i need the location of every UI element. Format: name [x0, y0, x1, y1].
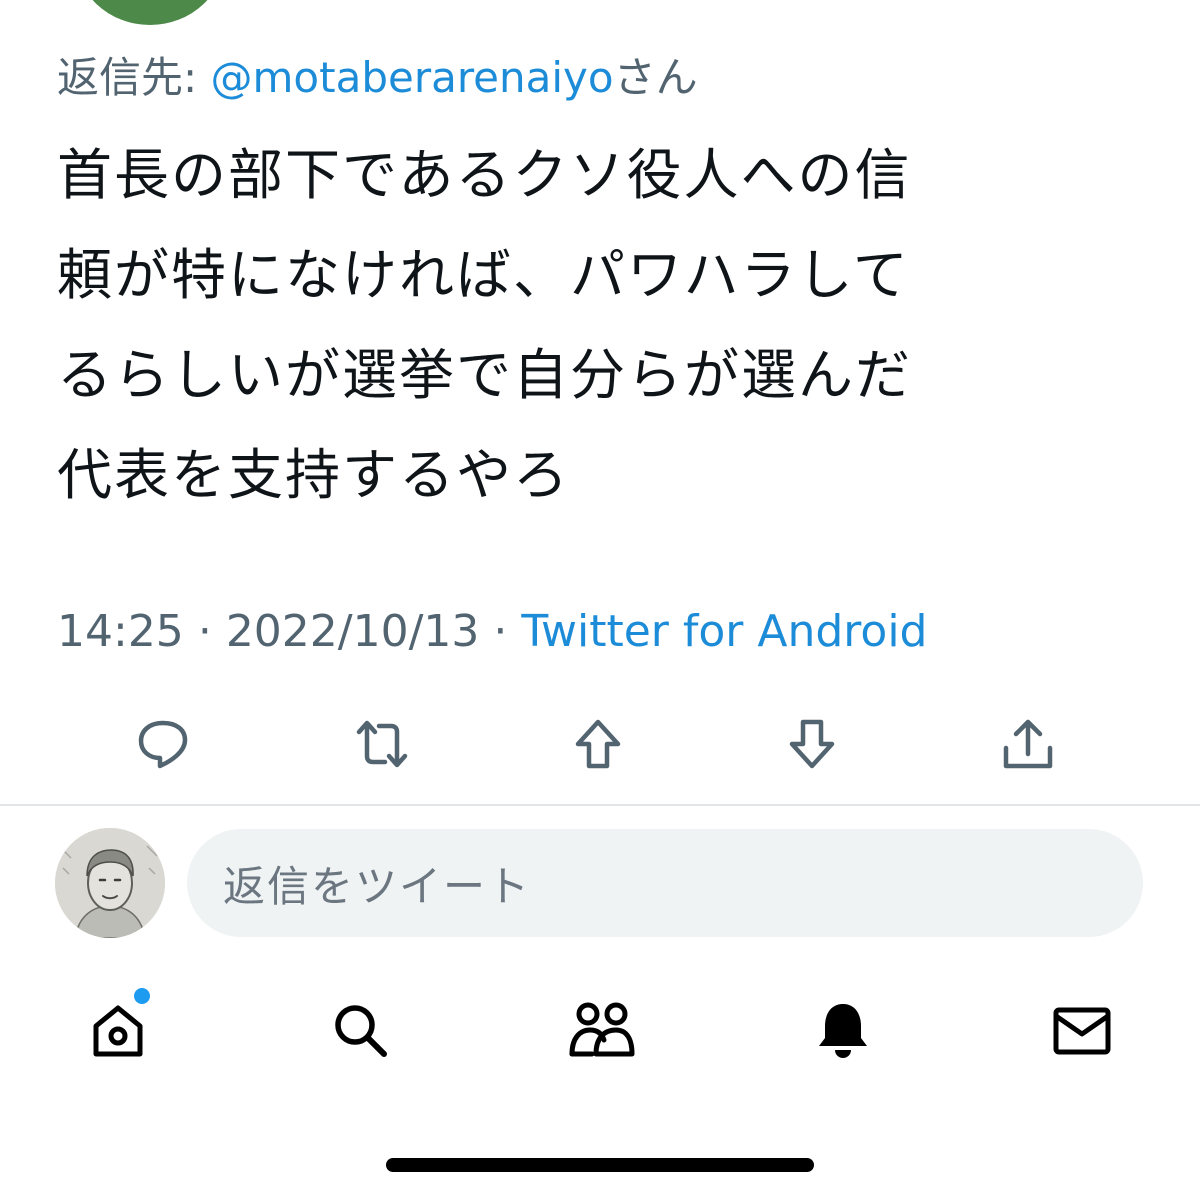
- share-button[interactable]: [996, 712, 1060, 776]
- upvote-icon: [575, 719, 621, 769]
- search-icon: [335, 1005, 387, 1057]
- retweet-icon: [356, 720, 408, 768]
- reply-input-placeholder: 返信をツイート: [223, 861, 532, 911]
- tweet-source-link[interactable]: Twitter for Android: [521, 606, 927, 657]
- reply-context: 返信先: @motaberarenaiyoさん: [57, 50, 698, 106]
- tab-search[interactable]: [320, 990, 400, 1070]
- user-avatar[interactable]: [55, 828, 165, 938]
- avatar-sketch-image: [55, 828, 165, 938]
- reply-icon: [138, 720, 188, 769]
- reply-button[interactable]: [131, 712, 195, 776]
- reply-input[interactable]: 返信をツイート: [187, 829, 1143, 937]
- home-indicator[interactable]: [386, 1158, 814, 1172]
- author-avatar[interactable]: [75, 0, 225, 25]
- messages-icon: [1053, 1007, 1111, 1055]
- reply-suffix: さん: [613, 53, 698, 102]
- reply-prefix: 返信先:: [57, 53, 198, 102]
- tweet-time: 14:25: [57, 606, 184, 657]
- upvote-button[interactable]: [566, 712, 630, 776]
- downvote-icon: [789, 719, 835, 769]
- tab-notifications[interactable]: [803, 990, 883, 1070]
- communities-icon: [569, 1002, 635, 1057]
- tweet-text-line: 代表を支持するやろ: [57, 443, 571, 507]
- meta-separator: ·: [197, 606, 212, 657]
- reply-handle-link[interactable]: @motaberarenaiyo: [211, 53, 614, 102]
- retweet-button[interactable]: [350, 712, 414, 776]
- tab-messages[interactable]: [1042, 990, 1122, 1070]
- tweet-text-line: 頼が特になければ、パワハラして: [57, 243, 910, 307]
- tweet-date: 2022/10/13: [225, 606, 480, 657]
- home-notification-dot: [134, 988, 150, 1004]
- tweet-action-bar: [0, 712, 1200, 776]
- tweet-text-line: 首長の部下であるクソ役人への信: [57, 143, 912, 207]
- bottom-tab-bar: [0, 990, 1200, 1080]
- notifications-icon: [819, 1004, 867, 1058]
- divider: [0, 804, 1200, 806]
- share-icon: [1003, 719, 1053, 769]
- tweet-meta: 14:25 · 2022/10/13 · Twitter for Android: [57, 602, 927, 662]
- downvote-button[interactable]: [780, 712, 844, 776]
- tweet-text: 首長の部下であるクソ役人への信 頼が特になければ、パワハラして るらしいが選挙で…: [57, 125, 1117, 525]
- tweet-text-line: るらしいが選挙で自分らが選んだ: [57, 343, 913, 407]
- tab-communities[interactable]: [562, 990, 642, 1070]
- meta-separator: ·: [493, 606, 508, 657]
- home-icon: [93, 1005, 143, 1057]
